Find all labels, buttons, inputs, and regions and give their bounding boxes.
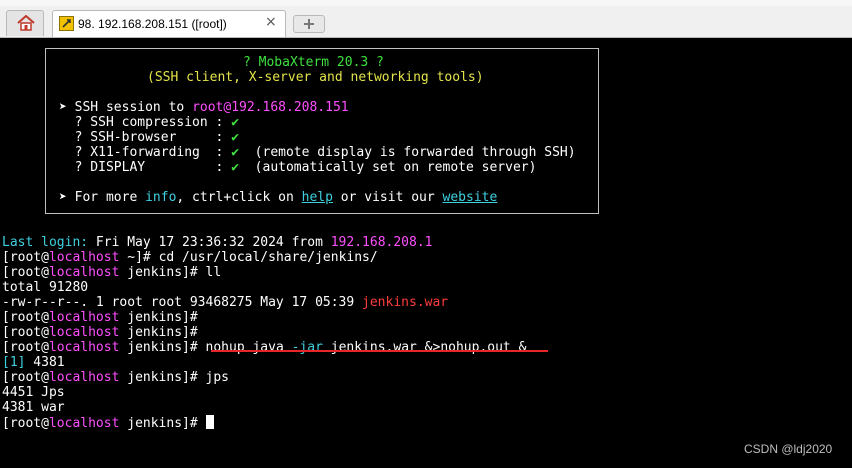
command-text: ll — [205, 265, 222, 280]
terminal-line-empty: [root@localhost jenkins]# — [2, 310, 206, 325]
prompt-open: [root@ — [2, 310, 49, 325]
command-text: jps — [205, 370, 229, 385]
job-id: [1] — [2, 355, 26, 370]
prompt-host: localhost — [48, 416, 120, 431]
prompt-host: localhost — [48, 265, 120, 280]
feature-check-icon: ✔ — [231, 130, 240, 145]
prompt-open: [root@ — [2, 250, 49, 265]
terminal-line-nohup: [root@localhost jenkins]# nohup java -ja… — [2, 340, 534, 355]
terminal-line-ll: [root@localhost jenkins]# ll — [2, 265, 221, 280]
tab-bar: 98. 192.168.208.151 ([root]) × — [0, 0, 852, 38]
prompt-dir: jenkins]# — [119, 325, 206, 340]
session-host: @192.168.208.151 — [223, 100, 349, 115]
terminal-area[interactable]: ? MobaXterm 20.3 ? (SSH client, X-server… — [0, 38, 852, 468]
banner-more-line: ➤ For more info, ctrl+click on help or v… — [59, 190, 497, 205]
command-flag: -jar — [291, 340, 323, 355]
banner-feature-line: ? SSH compression : ✔ — [59, 115, 239, 130]
prompt-host: localhost — [48, 370, 120, 385]
feature-check-icon: ✔ — [231, 115, 240, 130]
prompt-dir: jenkins]# — [119, 416, 206, 431]
new-tab-button[interactable] — [293, 15, 325, 33]
ssh-session-icon — [59, 16, 74, 31]
session-prefix: ➤ SSH session to — [59, 100, 193, 115]
feature-note: (automatically set on remote server) — [239, 160, 537, 175]
banner-title: ? MobaXterm 20.3 ? — [243, 55, 384, 70]
tab-bar-top-strip — [0, 0, 852, 6]
command-text: nohup java — [205, 340, 292, 355]
prompt-dir: ~]# — [119, 250, 159, 265]
prompt-dir: jenkins]# — [119, 370, 206, 385]
output-jps-2: 4381 war — [2, 400, 65, 415]
feature-label: ? SSH compression : — [59, 115, 232, 130]
watermark: CSDN @ldj2020 — [744, 442, 833, 456]
tab-title: 98. 192.168.208.151 ([root]) — [78, 17, 227, 31]
terminal-line-current[interactable]: [root@localhost jenkins]# — [2, 415, 214, 431]
banner-feature-line: ? SSH-browser : ✔ — [59, 130, 239, 145]
output-file-listing: -rw-r--r--. 1 root root 93468275 May 17 … — [2, 295, 448, 310]
feature-check-icon: ✔ — [231, 160, 240, 175]
tab-ssh-session[interactable]: 98. 192.168.208.151 ([root]) × — [52, 10, 286, 38]
last-login-text: Fri May 17 23:36:32 2024 from — [95, 235, 331, 250]
prompt-host: localhost — [48, 325, 120, 340]
feature-note: (remote display is forwarded through SSH… — [239, 145, 576, 160]
feature-label: ? SSH-browser : — [59, 130, 232, 145]
website-link[interactable]: website — [443, 190, 498, 205]
job-pid: 4381 — [25, 355, 65, 370]
terminal-line-cd: [root@localhost ~]# cd /usr/local/share/… — [2, 250, 378, 265]
command-text: jenkins.war &>nohup.out & — [322, 340, 535, 355]
more-prefix: ➤ For more — [59, 190, 146, 205]
prompt-host: localhost — [48, 340, 120, 355]
session-user: root — [192, 100, 224, 115]
file-info: -rw-r--r--. 1 root root 93468275 May 17 … — [2, 295, 363, 310]
terminal-line-jps: [root@localhost jenkins]# jps — [2, 370, 229, 385]
more-mid2: or visit our — [332, 190, 443, 205]
terminal-cursor — [205, 415, 214, 429]
file-name: jenkins.war — [362, 295, 449, 310]
prompt-open: [root@ — [2, 416, 49, 431]
tab-close-icon[interactable]: × — [265, 14, 277, 30]
output-total: total 91280 — [2, 280, 89, 295]
feature-label: ? DISPLAY : — [59, 160, 232, 175]
home-icon — [17, 15, 35, 31]
banner-feature-line: ? X11-forwarding : ✔ (remote display is … — [59, 145, 576, 160]
last-login-ip: 192.168.208.1 — [330, 235, 433, 250]
info-link[interactable]: info — [145, 190, 176, 205]
help-link[interactable]: help — [302, 190, 333, 205]
prompt-dir: jenkins]# — [119, 340, 206, 355]
prompt-open: [root@ — [2, 370, 49, 385]
prompt-open: [root@ — [2, 325, 49, 340]
prompt-dir: jenkins]# — [119, 310, 206, 325]
prompt-open: [root@ — [2, 265, 49, 280]
feature-label: ? X11-forwarding : — [59, 145, 232, 160]
output-job: [1] 4381 — [2, 355, 65, 370]
banner-session-line: ➤ SSH session to root@192.168.208.151 — [59, 100, 349, 115]
banner-subtitle: (SSH client, X-server and networking too… — [147, 70, 484, 85]
plus-icon — [304, 19, 314, 29]
red-underline-annotation — [211, 350, 548, 352]
banner-feature-line: ? DISPLAY : ✔ (automatically set on remo… — [59, 160, 537, 175]
more-mid1: , ctrl+click on — [176, 190, 302, 205]
command-text: cd /usr/local/share/jenkins/ — [158, 250, 378, 265]
home-tab-button[interactable] — [6, 10, 44, 36]
prompt-host: localhost — [48, 310, 120, 325]
prompt-dir: jenkins]# — [119, 265, 206, 280]
output-jps-1: 4451 Jps — [2, 385, 65, 400]
last-login-label: Last login: — [2, 235, 96, 250]
terminal-line-empty: [root@localhost jenkins]# — [2, 325, 206, 340]
prompt-open: [root@ — [2, 340, 49, 355]
feature-check-icon: ✔ — [231, 145, 240, 160]
prompt-host: localhost — [48, 250, 120, 265]
last-login-line: Last login: Fri May 17 23:36:32 2024 fro… — [2, 235, 432, 250]
